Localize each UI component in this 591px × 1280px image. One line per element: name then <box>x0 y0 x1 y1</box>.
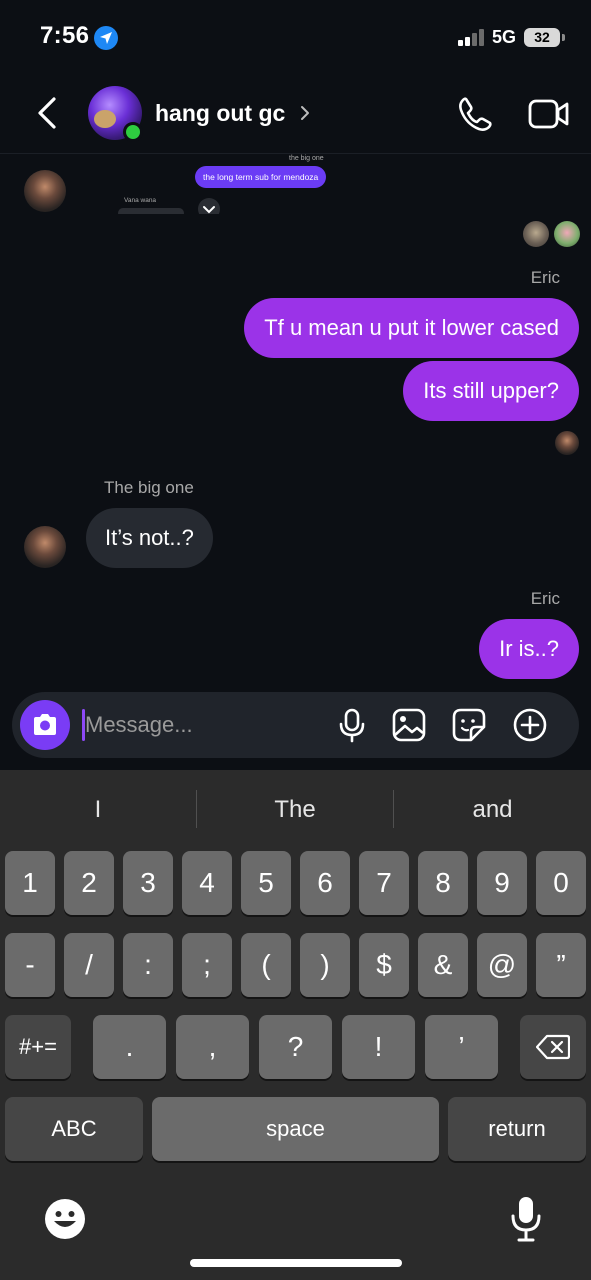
cellular-signal-icon <box>458 29 486 46</box>
phone-icon <box>459 97 492 131</box>
suggestion[interactable]: and <box>394 770 591 850</box>
key[interactable]: 8 <box>418 851 468 915</box>
key[interactable]: : <box>123 933 173 997</box>
key[interactable]: 7 <box>359 851 409 915</box>
status-bar: 7:56 5G 32 <box>0 0 591 76</box>
avatar <box>24 170 66 212</box>
space-key[interactable]: space <box>152 1097 439 1161</box>
backspace-key[interactable] <box>520 1015 586 1079</box>
message-sender: The big one <box>104 478 194 497</box>
key[interactable]: 1 <box>5 851 55 915</box>
abc-key[interactable]: ABC <box>5 1097 143 1161</box>
key[interactable]: - <box>5 933 55 997</box>
key[interactable]: 6 <box>300 851 350 915</box>
camera-icon <box>34 714 56 735</box>
key[interactable]: $ <box>359 933 409 997</box>
message-input[interactable] <box>85 692 325 758</box>
key[interactable]: 4 <box>182 851 232 915</box>
key[interactable]: ” <box>536 933 586 997</box>
message-composer <box>12 692 579 758</box>
key[interactable]: . <box>93 1015 166 1079</box>
reply-preview[interactable]: the big one the long term sub for mendoz… <box>0 154 591 214</box>
expand-chevron-icon[interactable] <box>198 198 220 214</box>
key[interactable]: ? <box>259 1015 332 1079</box>
back-chevron-icon <box>38 97 56 129</box>
key[interactable]: ’ <box>425 1015 498 1079</box>
return-key[interactable]: return <box>448 1097 586 1161</box>
message-bubble-outgoing[interactable]: Its still upper? <box>403 361 579 421</box>
backspace-icon <box>535 1034 571 1060</box>
message-sender: Eric <box>530 268 560 287</box>
key[interactable]: & <box>418 933 468 997</box>
preview-bubble: the long term sub for mendoza <box>195 166 327 188</box>
seen-avatar <box>554 221 580 247</box>
voice-call-button[interactable] <box>456 95 494 133</box>
key[interactable]: 2 <box>64 851 114 915</box>
message-bubble-incoming[interactable]: It’s not..? <box>86 508 213 568</box>
preview-second-sender: Vana wana <box>124 197 157 204</box>
chat-title[interactable]: hang out gc <box>155 100 285 127</box>
home-indicator <box>190 1259 402 1267</box>
key[interactable]: @ <box>477 933 527 997</box>
chevron-right-icon[interactable] <box>298 102 312 124</box>
key[interactable]: 3 <box>123 851 173 915</box>
online-status-dot <box>123 122 143 142</box>
keyboard: I The and 1 2 3 4 5 6 7 8 9 0 - / : ; ( … <box>0 770 591 1280</box>
key[interactable]: ) <box>300 933 350 997</box>
back-button[interactable] <box>30 93 66 133</box>
chat-header: hang out gc <box>0 76 591 154</box>
dictation-mic-icon[interactable] <box>510 1196 542 1242</box>
suggestion[interactable]: The <box>197 770 393 850</box>
key[interactable]: 5 <box>241 851 291 915</box>
seen-avatar <box>555 431 579 455</box>
suggestion-bar: I The and <box>0 770 591 850</box>
key[interactable]: ; <box>182 933 232 997</box>
key[interactable]: ( <box>241 933 291 997</box>
message-bubble-outgoing[interactable]: Ir is..? <box>479 619 579 679</box>
key[interactable]: ! <box>342 1015 415 1079</box>
emoji-icon[interactable] <box>44 1198 86 1240</box>
sticker-icon[interactable] <box>451 707 487 743</box>
location-arrow-icon <box>94 26 118 50</box>
message-bubble-outgoing[interactable]: Tf u mean u put it lower cased <box>244 298 579 358</box>
video-call-button[interactable] <box>528 97 570 131</box>
preview-sender: the big one <box>289 155 324 162</box>
network-label: 5G <box>492 27 517 47</box>
message-sender: Eric <box>530 589 560 608</box>
key[interactable]: , <box>176 1015 249 1079</box>
seen-avatar <box>523 221 549 247</box>
suggestion[interactable]: I <box>0 770 196 850</box>
key[interactable]: 9 <box>477 851 527 915</box>
microphone-icon[interactable] <box>334 707 370 743</box>
preview-bubble-stub <box>118 208 184 214</box>
key[interactable]: 0 <box>536 851 586 915</box>
video-camera-icon <box>528 99 569 129</box>
battery-icon: 32 <box>524 28 565 47</box>
plus-circle-icon[interactable] <box>512 707 548 743</box>
image-icon[interactable] <box>391 707 427 743</box>
key[interactable]: / <box>64 933 114 997</box>
avatar[interactable] <box>24 526 66 568</box>
camera-button[interactable] <box>20 700 70 750</box>
symbols-switch-key[interactable]: #+= <box>5 1015 71 1079</box>
status-time: 7:56 <box>40 22 90 49</box>
